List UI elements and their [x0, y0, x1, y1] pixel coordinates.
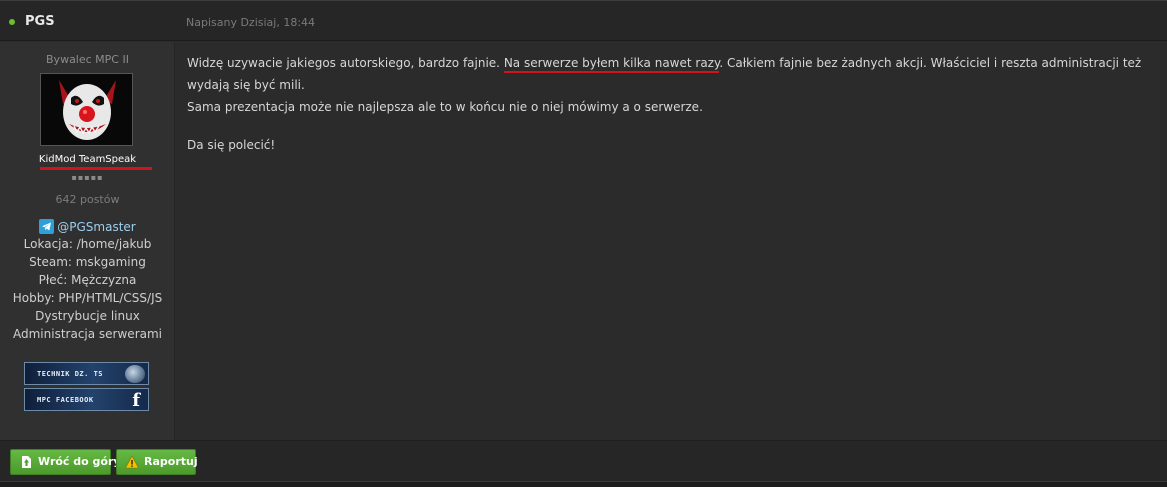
telegram-handle: @PGSmaster — [57, 220, 136, 234]
banner-label: TECHNIK DZ. TS — [37, 370, 104, 378]
post-text: Widzę uzywacie jakiegos autorskiego, bar… — [187, 56, 500, 70]
user-rank: Bywalec MPC II — [46, 53, 129, 66]
author-sidebar: Bywalec MPC II KidMod TeamSpeak ▪▪▪▪▪ 64… — [0, 42, 175, 440]
profile-field-admin: Administracja serwerami — [13, 327, 162, 341]
group-underline — [40, 167, 152, 170]
back-to-top-button[interactable]: Wróć do góry — [10, 449, 121, 475]
banner-label: MPC FACEBOOK — [37, 396, 94, 404]
post-date: Napisany Dzisiaj, 18:44 — [186, 16, 316, 29]
post-content: Widzę uzywacie jakiegos autorskiego, bar… — [187, 52, 1157, 156]
post-count: 642 postów — [55, 193, 120, 206]
back-to-top-label: Wróć do góry — [38, 455, 121, 468]
report-label: Raportuj — [144, 455, 198, 468]
profile-field-linux: Dystrybucje linux — [35, 309, 140, 323]
clown-avatar-icon — [41, 74, 132, 145]
profile-field-hobby: Hobby: PHP/HTML/CSS/JS — [12, 291, 163, 305]
page-up-icon — [22, 456, 31, 468]
user-group: KidMod TeamSpeak — [38, 154, 137, 165]
footer-divider — [0, 481, 1167, 487]
post-header: PGS Napisany Dzisiaj, 18:44 — [0, 0, 1167, 41]
reputation-pips: ▪▪▪▪▪ — [71, 173, 104, 182]
post-paragraph: Da się polecić! — [187, 138, 276, 152]
post-footer: Wróć do góry Raportuj — [0, 440, 1167, 481]
banner-mpc-facebook[interactable]: MPC FACEBOOK f — [24, 388, 149, 411]
facebook-icon: f — [132, 390, 140, 411]
profile-field-location: Lokacja: /home/jakub — [23, 237, 152, 251]
highlighted-text: Na serwerze byłem kilka nawet razy — [503, 56, 720, 73]
post-paragraph: Widzę uzywacie jakiegos autorskiego, bar… — [187, 52, 1157, 96]
post-paragraph: Sama prezentacja może nie najlepsza ale … — [187, 100, 703, 114]
telegram-icon — [39, 219, 55, 234]
warning-icon — [125, 455, 139, 469]
telegram-field[interactable]: @PGSmaster — [0, 219, 175, 234]
author-name[interactable]: PGS — [25, 14, 55, 29]
banner-technik-ts[interactable]: TECHNIK DZ. TS — [24, 362, 149, 385]
profile-field-gender: Płeć: Mężczyzna — [38, 273, 137, 287]
online-status-icon — [9, 19, 15, 25]
avatar[interactable] — [40, 73, 133, 146]
report-button[interactable]: Raportuj — [116, 449, 198, 475]
teamspeak-icon — [125, 365, 145, 383]
profile-field-steam: Steam: mskgaming — [29, 255, 146, 269]
